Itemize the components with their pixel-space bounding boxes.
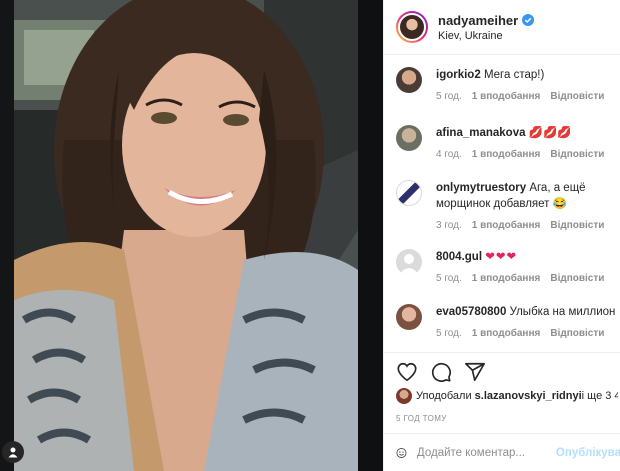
add-comment-bar: Опублікува xyxy=(384,433,620,471)
comment-time[interactable]: 5 год. xyxy=(436,328,462,339)
post-actions xyxy=(384,352,620,392)
comment-likes[interactable]: 1 вподобання xyxy=(472,328,541,339)
post-media[interactable] xyxy=(0,0,383,471)
comment-item: eva05780800 Улыбка на миллион 5 год. 1 в… xyxy=(396,304,618,339)
comment-likes[interactable]: 1 вподобання xyxy=(472,91,541,102)
verified-badge-icon xyxy=(522,14,535,26)
comment-text: 💋💋💋 xyxy=(528,127,572,139)
post-header: nadyameiher Kiev, Ukraine xyxy=(384,0,620,55)
comment-time[interactable]: 5 год. xyxy=(436,91,462,102)
reply-button[interactable]: Відповісти xyxy=(550,328,604,339)
comment-input[interactable] xyxy=(416,446,552,459)
comment-likes[interactable]: 1 вподобання xyxy=(472,273,541,284)
post-side-panel: nadyameiher Kiev, Ukraine igorkio2 Мега … xyxy=(383,0,620,471)
likes-prefix: Уподобали xyxy=(416,390,472,402)
photo-edge-right xyxy=(358,0,383,471)
default-avatar-icon xyxy=(399,254,419,275)
heart-icon[interactable] xyxy=(396,361,418,383)
commenter-avatar[interactable] xyxy=(396,67,422,93)
comment-item: 8004.gul ❤❤❤ 5 год. 1 вподобання Відпові… xyxy=(396,249,618,284)
commenter-username[interactable]: 8004.gul xyxy=(436,251,482,263)
comment-text: Мега стар!) xyxy=(483,69,545,81)
commenter-avatar[interactable] xyxy=(396,304,422,330)
likes-summary: Уподобали s.lazanovskyi_ridnyi і ще 3 4 xyxy=(396,388,618,404)
tagged-users-button[interactable] xyxy=(2,441,24,463)
comment-item: afina_manakova 💋💋💋 4 год. 1 вподобання В… xyxy=(396,125,618,160)
liker-username[interactable]: s.lazanovskyi_ridnyi xyxy=(475,390,582,402)
reply-button[interactable]: Відповісти xyxy=(550,91,604,102)
commenter-avatar[interactable] xyxy=(396,180,422,206)
emoji-icon[interactable] xyxy=(396,442,407,464)
comment-icon[interactable] xyxy=(430,361,452,383)
commenter-username[interactable]: eva05780800 xyxy=(436,306,506,318)
selfie-illustration xyxy=(14,0,358,471)
commenter-username[interactable]: onlymytruestory xyxy=(436,182,526,194)
share-icon[interactable] xyxy=(464,361,486,383)
comment-item: igorkio2 Мега стар!) 5 год. 1 вподобання… xyxy=(396,67,618,102)
author-username[interactable]: nadyameiher xyxy=(438,13,518,28)
commenter-avatar[interactable] xyxy=(396,249,422,275)
commenter-avatar[interactable] xyxy=(396,125,422,151)
comment-likes[interactable]: 1 вподобання xyxy=(472,220,541,231)
author-avatar[interactable] xyxy=(396,11,428,43)
post-timestamp[interactable]: 5 ГОД ТОМУ xyxy=(396,414,447,423)
author-info: nadyameiher Kiev, Ukraine xyxy=(438,13,535,42)
post-comment-button[interactable]: Опублікува xyxy=(556,447,620,459)
comment-time[interactable]: 4 год. xyxy=(436,149,462,160)
comment-likes[interactable]: 1 вподобання xyxy=(472,149,541,160)
reply-button[interactable]: Відповісти xyxy=(550,149,604,160)
user-icon xyxy=(8,447,18,458)
comment-text: ❤❤❤ xyxy=(485,251,518,263)
post-location[interactable]: Kiev, Ukraine xyxy=(438,30,534,42)
commenter-username[interactable]: igorkio2 xyxy=(436,69,481,81)
post-photo[interactable] xyxy=(14,0,358,471)
reply-button[interactable]: Відповісти xyxy=(550,220,604,231)
reply-button[interactable]: Відповісти xyxy=(550,273,604,284)
comments-list[interactable]: igorkio2 Мега стар!) 5 год. 1 вподобання… xyxy=(384,56,620,350)
photo-edge-left xyxy=(0,0,14,471)
comment-time[interactable]: 3 год. xyxy=(436,220,462,231)
commenter-username[interactable]: afina_manakova xyxy=(436,127,526,139)
comment-text: Улыбка на миллион xyxy=(509,306,616,318)
comment-time[interactable]: 5 год. xyxy=(436,273,462,284)
comments-fade xyxy=(384,340,620,352)
comment-item: onlymytruestory Ага, а ещё морщинок доба… xyxy=(396,180,618,231)
likes-suffix[interactable]: і ще 3 4 xyxy=(582,390,618,402)
liker-avatar[interactable] xyxy=(396,388,412,404)
